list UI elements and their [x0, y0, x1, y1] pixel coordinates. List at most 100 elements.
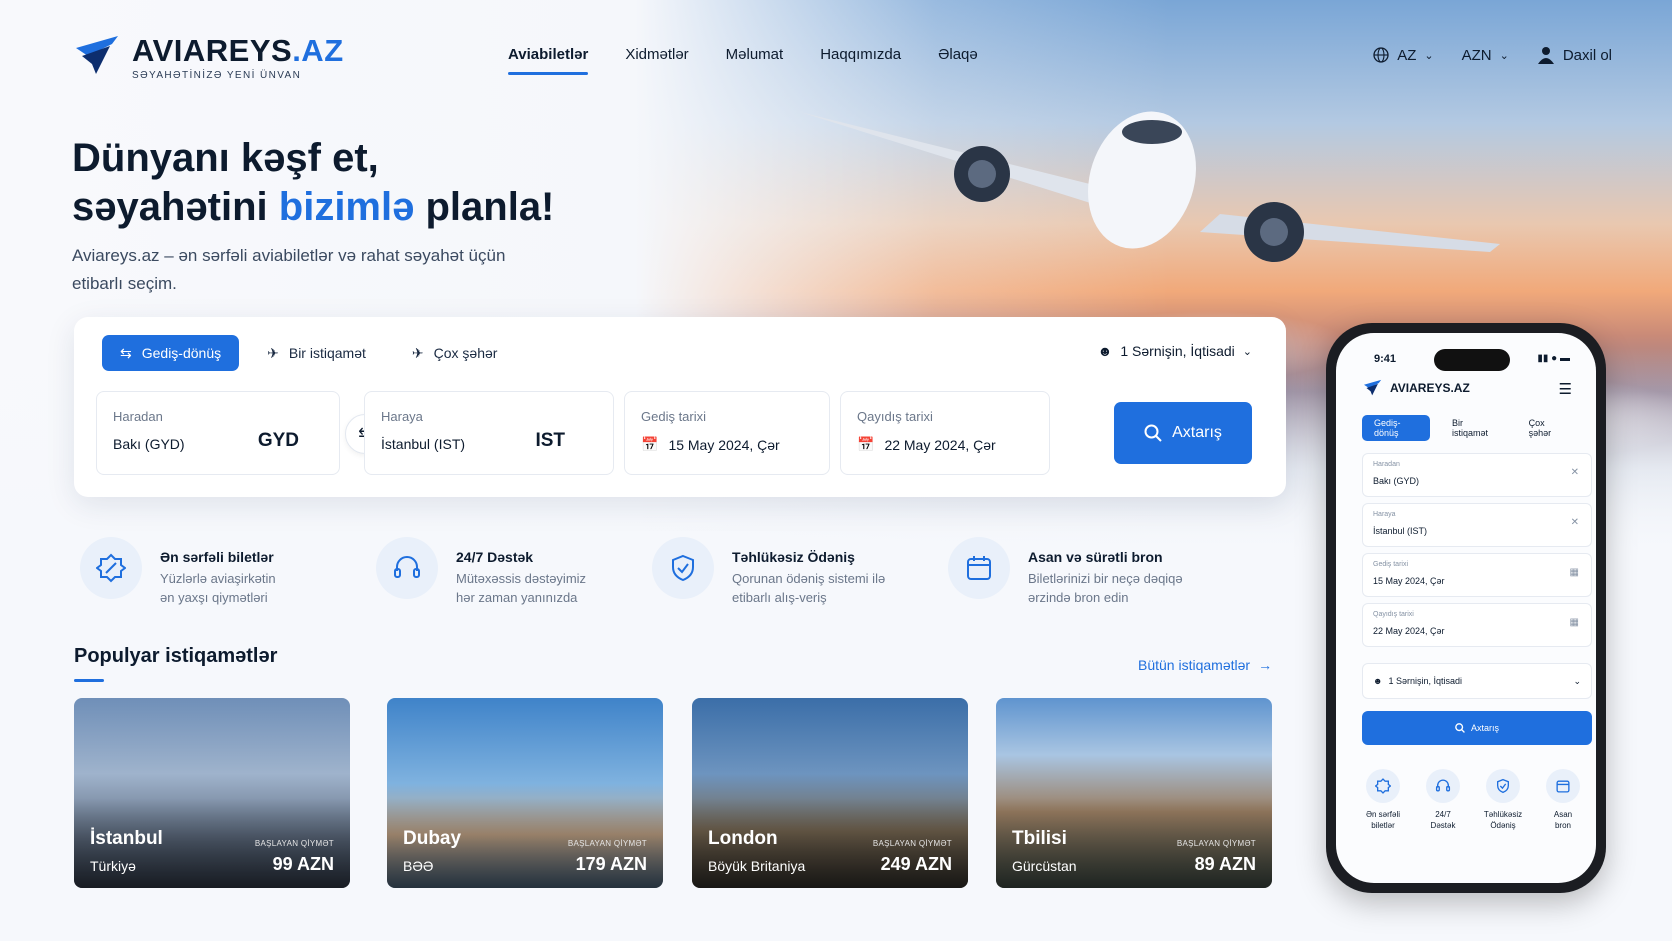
language-selector[interactable]: AZ ⌄ [1373, 47, 1434, 64]
main-nav: Aviabiletlər Xidmətlər Məlumat Haqqımızd… [508, 46, 978, 75]
phone-passenger-selector[interactable]: ☻ 1 Sərnişin, İqtisadi ⌄ [1362, 663, 1592, 699]
tab-one-way[interactable]: ✈ Bir istiqamət [249, 335, 384, 371]
phone-tab-round-trip[interactable]: Gediş-dönüş [1362, 415, 1430, 441]
header-actions: AZ ⌄ AZN ⌄ Daxil ol [1373, 46, 1612, 64]
brand-name: AVIAREYS [132, 33, 293, 68]
destination-price: 179 AZN [575, 854, 647, 874]
phone-depart-field[interactable]: Gediş tarixi 15 May 2024, Çər ▦ [1362, 553, 1592, 597]
passenger-value: 1 Sərnişin, İqtisadi [1120, 343, 1235, 359]
return-label: Qayıdış tarixi [857, 409, 933, 424]
nav-item-aviabiletler[interactable]: Aviabiletlər [508, 46, 589, 75]
phone-tab-one-way[interactable]: Bir istiqamət [1440, 415, 1507, 441]
plane-logo-icon [76, 36, 118, 74]
destination-card-istanbul[interactable]: İstanbul Türkiyə BAŞLAYAN QİYMƏT 99 AZN [74, 698, 350, 888]
title-underline [74, 679, 104, 682]
destination-country: BƏƏ [403, 858, 434, 874]
price-from-label: BAŞLAYAN QİYMƏT [567, 839, 647, 848]
chevron-down-icon: ⌄ [1242, 345, 1252, 358]
phone-depart-value: 15 May 2024, Çər [1373, 576, 1445, 586]
feature-desc-line: ərzində bron edin [1028, 590, 1129, 605]
shield-check-icon [1486, 769, 1520, 803]
tab-round-trip[interactable]: ⇆ Gediş-dönüş [102, 335, 240, 371]
phone-return-label: Qayıdış tarixi [1373, 611, 1414, 618]
discount-badge-icon [1366, 769, 1400, 803]
feature-fast-booking: Asan və sürətli bron Biletlərinizi bir ne… [948, 537, 1183, 607]
phone-feature-line: Asan [1553, 810, 1573, 819]
feature-desc-line: ən yaxşı qiymətləri [160, 590, 268, 605]
nav-item-xidmetler[interactable]: Xidmətlər [625, 46, 688, 75]
swap-icon: ⇆ [120, 344, 132, 361]
trip-type-tabs: ⇆ Gediş-dönüş ✈ Bir istiqamət ✈ Çox şəhə… [102, 335, 515, 371]
all-destinations-link[interactable]: Bütün istiqamətlər → [1138, 657, 1272, 673]
phone-feature-line: Ödəniş [1490, 821, 1516, 830]
phone-return-value: 22 May 2024, Çər [1373, 626, 1445, 636]
feature-desc-line: etibarlı alış-veriş [732, 590, 827, 605]
chevron-down-icon: ⌄ [1424, 49, 1434, 62]
brand-logo[interactable]: AVIAREYS.AZ SƏYAHƏTİNİZƏ YENİ ÜNVAN [72, 34, 344, 81]
phone-trip-tabs: Gediş-dönüş Bir istiqamət Çox şəhər [1362, 415, 1576, 441]
search-button[interactable]: Axtarış [1114, 402, 1252, 464]
destination-card-london[interactable]: London Böyük Britaniya BAŞLAYAN QİYMƏT 2… [692, 698, 968, 888]
phone-brand-logo[interactable]: AVIAREYS.AZ [1362, 379, 1470, 397]
destination-price: 249 AZN [880, 854, 952, 874]
airplane-illustration [800, 111, 1500, 262]
depart-label: Gediş tarixi [641, 409, 707, 424]
destination-card-dubay[interactable]: Dubay BƏƏ BAŞLAYAN QİYMƏT 179 AZN [387, 698, 663, 888]
phone-search-label: Axtarış [1470, 723, 1499, 733]
destination-price: 89 AZN [1194, 854, 1256, 874]
feature-support: 24/7 Dəstək Mütəxəssis dəstəyimiz hər zama… [376, 537, 586, 607]
nav-item-melumat[interactable]: Məlumat [726, 46, 784, 75]
tab-multi-city[interactable]: ✈ Çox şəhər [394, 335, 516, 371]
globe-icon [1373, 47, 1389, 63]
clear-icon[interactable]: ✕ [1571, 517, 1579, 528]
feature-title: 24/7 Dəstək [456, 549, 534, 565]
phone-search-button[interactable]: Axtarış [1362, 711, 1592, 745]
destination-country: Türkiyə [90, 858, 136, 874]
hero-heading-line2-pre: səyahətini [72, 185, 279, 229]
phone-brand-name: AVIAREYS.AZ [1390, 381, 1470, 395]
return-date-field[interactable]: Qayıdış tarixi 📅 22 May 2024, Çər [840, 391, 1050, 475]
phone-feature-line: 24/7 [1435, 810, 1451, 819]
phone-to-label: Haraya [1373, 511, 1396, 518]
phone-feature-support: 24/7 Dəstək [1414, 769, 1472, 831]
multi-plane-icon: ✈ [411, 344, 424, 361]
phone-tab-multi-city[interactable]: Çox şəhər [1517, 415, 1576, 441]
phone-feature-best-price: Ən sərfəli biletlər [1354, 769, 1412, 831]
to-field[interactable]: Haraya İstanbul (IST) IST [364, 391, 614, 475]
nav-item-haqqimizda[interactable]: Haqqımızda [820, 46, 901, 75]
dynamic-island [1434, 349, 1510, 371]
phone-mockup: 9:41 ▮▮ ● ▬ AVIAREYS.AZ ☰ Gediş-dönüş Bi… [1326, 323, 1606, 893]
hamburger-menu-icon[interactable]: ☰ [1559, 380, 1572, 398]
phone-to-field[interactable]: Haraya İstanbul (IST) ✕ [1362, 503, 1592, 547]
depart-date-field[interactable]: Gediş tarixi 📅 15 May 2024, Çər [624, 391, 830, 475]
calendar-icon [948, 537, 1010, 599]
phone-feature-secure-payment: Təhlükəsiz Ödəniş [1474, 769, 1532, 831]
login-button[interactable]: Daxil ol [1537, 46, 1612, 64]
tab-multi-city-label: Çox şəhər [433, 345, 498, 361]
destination-country: Gürcüstan [1012, 858, 1077, 874]
calendar-icon: 📅 [641, 436, 659, 452]
currency-selector[interactable]: AZN ⌄ [1462, 47, 1509, 64]
phone-from-field[interactable]: Haradan Bakı (GYD) ✕ [1362, 453, 1592, 497]
headset-icon [376, 537, 438, 599]
phone-feature-line: Dəstək [1430, 821, 1456, 830]
feature-desc-line: Mütəxəssis dəstəyimiz [456, 571, 587, 586]
phone-passenger-value: 1 Sərnişin, İqtisadi [1388, 676, 1463, 686]
phone-feature-line: bron [1554, 821, 1571, 830]
nav-item-elaqe[interactable]: Əlaqə [938, 46, 978, 75]
destination-card-tbilisi[interactable]: Tbilisi Gürcüstan BAŞLAYAN QİYMƏT 89 AZN [996, 698, 1272, 888]
calendar-icon: 📅 [857, 436, 875, 452]
phone-return-field[interactable]: Qayıdış tarixi 22 May 2024, Çər ▦ [1362, 603, 1592, 647]
phone-feature-fast-booking: Asan bron [1534, 769, 1592, 831]
feature-desc-line: hər zaman yanınızda [456, 590, 578, 605]
calendar-icon [1546, 769, 1580, 803]
phone-feature-line: Təhlükəsiz [1483, 810, 1523, 819]
search-icon [1144, 424, 1162, 442]
clear-icon[interactable]: ✕ [1571, 467, 1579, 478]
from-field[interactable]: Haradan Bakı (GYD) GYD [96, 391, 340, 475]
return-value: 22 May 2024, Çər [884, 436, 996, 453]
passenger-selector[interactable]: ☻ 1 Sərnişin, İqtisadi ⌄ [1098, 343, 1252, 359]
shield-check-icon [652, 537, 714, 599]
search-icon [1455, 723, 1465, 733]
feature-title: Ən sərfəli biletlər [160, 549, 274, 565]
